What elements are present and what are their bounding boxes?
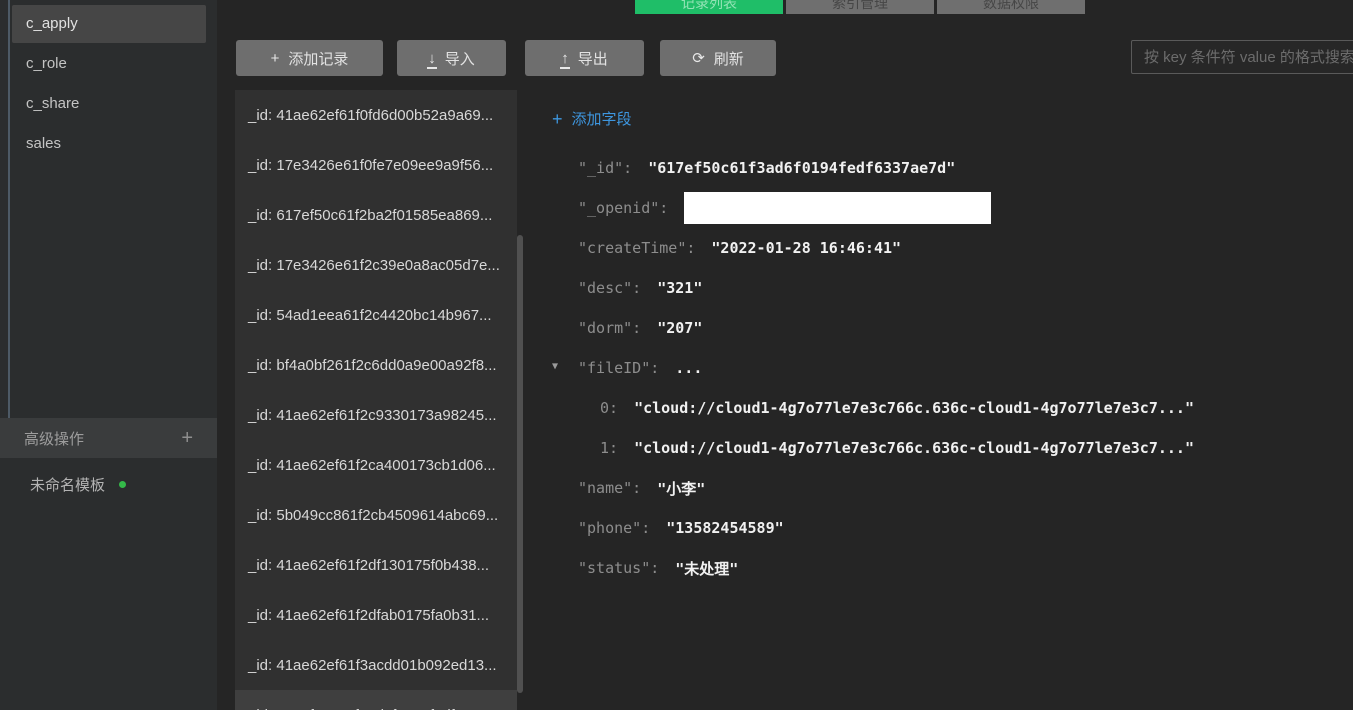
- json-key: "desc":: [578, 279, 642, 297]
- record-row[interactable]: _id: 5b049cc861f2cb4509614abc69...: [235, 490, 517, 540]
- json-value: "未处理": [675, 559, 739, 578]
- add-field-label: 添加字段: [571, 111, 632, 128]
- export-label: 导出: [577, 50, 608, 68]
- export-icon: ↑: [560, 49, 570, 69]
- collection-list: c_apply c_role c_share sales: [12, 5, 206, 165]
- tab-数据权限[interactable]: 数据权限: [937, 0, 1085, 14]
- tab-索引管理[interactable]: 索引管理: [786, 0, 934, 14]
- refresh-label: 刷新: [713, 50, 744, 68]
- import-button[interactable]: ↓ 导入: [397, 40, 506, 76]
- record-row[interactable]: _id: 41ae62ef61f0fd6d00b52a9a69...: [235, 90, 517, 140]
- record-row[interactable]: _id: 617ef50c61f2ba2f01585ea869...: [235, 190, 517, 240]
- tab-bar: 记录列表 索引管理 数据权限: [635, 0, 1085, 14]
- json-value: "13582454589": [666, 519, 784, 537]
- json-field-row: "_id": "617ef50c61f3ad6f0194fedf6337ae7d": [578, 148, 1338, 188]
- add-advanced-op-icon[interactable]: +: [181, 427, 193, 450]
- record-row[interactable]: _id: 617ef50c61f3ad6f0194fedf633...: [235, 690, 517, 710]
- json-field-row: "name": "小李": [578, 468, 1338, 508]
- collections-sidebar: c_apply c_role c_share sales 高级操作 + 未命名模板: [0, 0, 217, 710]
- json-value: ...: [675, 359, 703, 377]
- refresh-button[interactable]: ⟳ 刷新: [660, 40, 776, 76]
- json-field-row: "_openid":: [578, 188, 1338, 228]
- refresh-icon: ⟳: [692, 49, 705, 67]
- record-row[interactable]: _id: 17e3426e61f2c39e0a8ac05d7e...: [235, 240, 517, 290]
- advanced-ops-label: 高级操作: [24, 430, 85, 448]
- json-value: "207": [657, 319, 703, 337]
- json-field-row: "createTime": "2022-01-28 16:46:41": [578, 228, 1338, 268]
- record-row[interactable]: _id: 41ae62ef61f2df130175f0b438...: [235, 540, 517, 590]
- export-button[interactable]: ↑ 导出: [525, 40, 644, 76]
- json-field-row: "status": "未处理": [578, 548, 1338, 588]
- plus-icon: +: [552, 108, 563, 129]
- json-field-row: "dorm": "207": [578, 308, 1338, 348]
- json-value: "617ef50c61f3ad6f0194fedf6337ae7d": [648, 159, 956, 177]
- sidebar-collection-c_share[interactable]: c_share: [12, 85, 206, 123]
- search-input[interactable]: [1131, 40, 1353, 74]
- template-label: 未命名模板: [30, 476, 106, 494]
- json-value: "2022-01-28 16:46:41": [711, 239, 902, 257]
- advanced-ops-header: 高级操作 +: [0, 418, 217, 458]
- add-record-button[interactable]: + 添加记录: [236, 40, 383, 76]
- record-list-scrollbar[interactable]: [517, 235, 523, 693]
- template-status-dot-icon: [119, 480, 127, 488]
- record-row[interactable]: _id: 41ae62ef61f2dfab0175fa0b31...: [235, 590, 517, 640]
- json-key: "phone":: [578, 519, 651, 537]
- json-detail-view: "_id": "617ef50c61f3ad6f0194fedf6337ae7d"…: [552, 148, 1338, 588]
- sidebar-item-template[interactable]: 未命名模板: [30, 472, 127, 496]
- record-row[interactable]: _id: 41ae62ef61f2c9330173a98245...: [235, 390, 517, 440]
- json-key: "_id":: [578, 159, 633, 177]
- redacted-value-box: [684, 192, 992, 224]
- json-key: "name":: [578, 479, 642, 497]
- json-value: "321": [657, 279, 703, 297]
- tab-记录列表[interactable]: 记录列表: [635, 0, 783, 14]
- record-row[interactable]: _id: bf4a0bf261f2c6dd0a9e00a92f8...: [235, 340, 517, 390]
- record-row[interactable]: _id: 17e3426e61f0fe7e09ee9a9f56...: [235, 140, 517, 190]
- sidebar-collection-c_role[interactable]: c_role: [12, 45, 206, 83]
- collapse-arrow-icon[interactable]: ▼: [552, 361, 558, 372]
- sidebar-collection-sales[interactable]: sales: [12, 125, 206, 163]
- json-value: "cloud://cloud1-4g7o77le7e3c766c.636c-cl…: [634, 399, 1194, 417]
- json-field-row: 0: "cloud://cloud1-4g7o77le7e3c766c.636c-…: [578, 388, 1338, 428]
- add-record-label: 添加记录: [288, 50, 349, 68]
- json-field-row: "phone": "13582454589": [578, 508, 1338, 548]
- record-list: _id: 41ae62ef61f0fd6d00b52a9a69... _id: 1…: [235, 90, 517, 710]
- record-row[interactable]: _id: 41ae62ef61f3acdd01b092ed13...: [235, 640, 517, 690]
- json-field-row: ▼ "fileID":...: [552, 348, 1338, 388]
- json-key: "status":: [578, 559, 660, 577]
- record-row[interactable]: _id: 54ad1eea61f2c4420bc14b967...: [235, 290, 517, 340]
- sidebar-collection-c_apply[interactable]: c_apply: [12, 5, 206, 43]
- json-key: 1:: [600, 439, 619, 457]
- json-key: "_openid":: [578, 199, 669, 217]
- json-field-row: 1: "cloud://cloud1-4g7o77le7e3c766c.636c-…: [578, 428, 1338, 468]
- json-field-row: "desc": "321": [578, 268, 1338, 308]
- json-key: "createTime":: [578, 239, 696, 257]
- import-icon: ↓: [427, 49, 437, 69]
- json-key: 0:: [600, 399, 619, 417]
- json-key: "dorm":: [578, 319, 642, 337]
- json-value: "小李": [657, 479, 706, 498]
- import-label: 导入: [444, 50, 475, 68]
- add-field-button[interactable]: + 添加字段: [552, 108, 632, 129]
- json-key: "fileID":: [578, 359, 660, 377]
- sidebar-scrollbar[interactable]: [8, 0, 10, 458]
- plus-icon: +: [270, 49, 280, 67]
- json-value: "cloud://cloud1-4g7o77le7e3c766c.636c-cl…: [634, 439, 1194, 457]
- record-row[interactable]: _id: 41ae62ef61f2ca400173cb1d06...: [235, 440, 517, 490]
